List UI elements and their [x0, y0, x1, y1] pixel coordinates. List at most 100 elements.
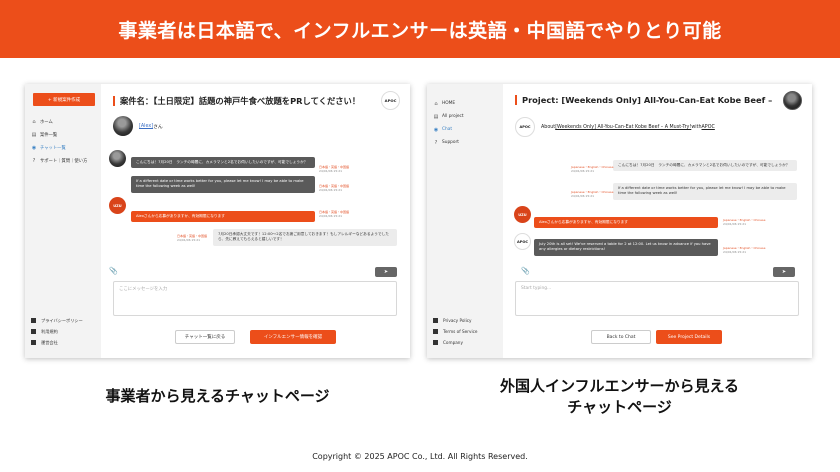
sidebar-item-home[interactable]: ⌂ ホーム [31, 115, 87, 128]
partner-name-link[interactable]: [Alex] [139, 124, 153, 129]
sidebar-item-label: All project [442, 114, 464, 119]
page-title: 案件名：【土日限定】話題の神戸牛食べ放題をPRしてください！ [113, 95, 371, 107]
list-icon: ▤ [433, 113, 439, 120]
sidebar-nav: ⌂ HOME ▤ All project ◉ Chat ? Support [433, 97, 464, 149]
page-title-text: Project: [Weekends Only] All-You-Can-Eat… [522, 95, 773, 105]
privacy-label: プライバシーポリシー [41, 317, 83, 323]
sidebar-item-chat[interactable]: ◉ Chat [433, 123, 464, 136]
see-project-details-button[interactable]: See Project Details [656, 330, 722, 344]
message-timestamp: 24/01/06 15:21 [319, 168, 343, 173]
send-icon[interactable]: ➤ [773, 267, 795, 277]
message-bubble: Alexさんから応募がありますか、有効期限になります [131, 211, 315, 223]
privacy-link[interactable]: Privacy Policy [433, 315, 478, 326]
message-bubble: こんにちは！7月20日 ランチの時間に、カメラマンと2名でお伺いしたいのですが、… [613, 160, 797, 172]
sidebar-item-support[interactable]: ? サポート｜質問｜使い方 [31, 154, 88, 167]
back-to-chat-button[interactable]: Back to Chat [591, 330, 651, 344]
caption-influencer-line1: 外国人インフルエンサーから見える [499, 377, 740, 395]
message-timestamp: 24/01/06 15:21 [319, 213, 343, 218]
message-meta: Japanese・English・Chinese 24/01/06 15:21 [571, 165, 613, 174]
terms-link[interactable]: 利用規約 [31, 326, 83, 337]
terms-label: Terms of Service [443, 329, 478, 334]
message-bubble: こんにちは！7月20日 ランチの時間に、カメラマンと2名でお伺いしたいのですが、… [131, 157, 315, 169]
company-link[interactable]: 運営会社 [31, 337, 83, 348]
send-icon[interactable]: ➤ [375, 267, 397, 277]
copyright: Copyright © 2025 APOC Co., Ltd. All Righ… [312, 452, 528, 461]
business-chat-screenshot: + 新規案件作成 ⌂ ホーム ▤ 案件一覧 ◉ チャット一覧 ? サポート｜質問｜使い方… [25, 84, 410, 358]
company-label: 運営会社 [41, 339, 58, 345]
sidebar-item-projects[interactable]: ▤ 案件一覧 [31, 128, 87, 141]
message-bubble: If a different date or time works better… [131, 176, 315, 193]
about-prefix: About [541, 124, 556, 130]
caption-influencer: 外国人インフルエンサーから見える チャットページ [427, 376, 812, 418]
sidebar-item-label: Chat [442, 127, 453, 132]
message-avatar: APOC [514, 233, 531, 250]
partner-avatar: APOC [515, 117, 535, 137]
privacy-link[interactable]: プライバシーポリシー [31, 315, 83, 326]
footer-links: プライバシーポリシー 利用規約 運営会社 [31, 315, 83, 348]
sidebar-item-label: ホーム [40, 119, 53, 125]
about-company-link[interactable]: APOC [702, 125, 715, 130]
message-avatar: UZU [109, 197, 126, 214]
paperclip-icon[interactable]: 📎 [109, 267, 118, 275]
sidebar-item-label: HOME [442, 101, 456, 106]
about-project-link[interactable]: [Weekends Only] All-You-Can-Eat Kobe Bee… [555, 125, 691, 130]
influencer-info-button[interactable]: インフルエンサー情報を確認 [250, 330, 336, 344]
message-timestamp: 24/01/06 15:21 [571, 168, 595, 173]
message-meta: Japanese・English・Chinese 24/01/06 15:21 [723, 246, 765, 255]
home-icon: ⌂ [32, 118, 36, 125]
chat-partner: APOC About [Weekends Only] All-You-Can-E… [515, 117, 715, 137]
message-timestamp: 24/01/06 15:21 [723, 221, 747, 226]
sidebar-item-home[interactable]: ⌂ HOME [433, 97, 464, 110]
message-meta: 日本語・英語・中国語 24/01/06 15:21 [319, 165, 349, 174]
sidebar-item-label: 案件一覧 [40, 132, 58, 138]
message-avatar: UZU [514, 206, 531, 223]
help-icon: ? [32, 157, 36, 164]
avatar[interactable]: APOC [381, 91, 400, 110]
sidebar-item-projects[interactable]: ▤ All project [433, 110, 464, 123]
sidebar-item-label: チャット一覧 [40, 145, 66, 151]
caption-business: 事業者から見えるチャットページ [105, 387, 330, 405]
title-accent-bar [515, 95, 517, 105]
terms-link[interactable]: Terms of Service [433, 326, 478, 337]
about-suffix: with [691, 124, 702, 130]
message-meta: 日本語・英語・中国語 24/01/06 15:21 [319, 184, 349, 193]
message-timestamp: 24/01/06 15:21 [571, 193, 595, 198]
partner-avatar [113, 116, 133, 136]
back-to-chat-list-button[interactable]: チャット一覧に戻る [175, 330, 235, 344]
chat-main: Project: [Weekends Only] All-You-Can-Eat… [503, 84, 812, 358]
sidebar-item-support[interactable]: ? Support [433, 136, 464, 149]
message-avatar [109, 150, 126, 167]
chat-partner: [Alex] さん [113, 116, 163, 136]
message-meta: 日本語・英語・中国語 24/01/06 15:21 [177, 234, 207, 243]
message-input[interactable]: Start typing... [515, 281, 799, 316]
message-bubble: July 20th is all set! We've reserved a t… [534, 239, 718, 256]
message-timestamp: 24/01/06 15:21 [723, 249, 747, 254]
help-icon: ? [434, 139, 438, 146]
bullet-icon [31, 340, 36, 345]
avatar[interactable] [783, 91, 802, 110]
page-title: Project: [Weekends Only] All-You-Can-Eat… [515, 95, 773, 105]
bullet-icon [31, 329, 36, 334]
terms-label: 利用規約 [41, 328, 58, 334]
message-meta: Japanese・English・Chinese 24/01/06 15:21 [571, 190, 613, 199]
message-timestamp: 24/01/06 15:21 [177, 237, 201, 242]
sidebar: ⌂ HOME ▤ All project ◉ Chat ? Support Privac… [427, 84, 503, 358]
chat-icon: ◉ [433, 126, 439, 133]
paperclip-icon[interactable]: 📎 [521, 267, 530, 275]
title-accent-bar [113, 96, 115, 106]
caption-influencer-line2: チャットページ [567, 398, 672, 416]
list-icon: ▤ [31, 131, 37, 138]
message-bubble: 7月20日承認大丈夫です！12:00～2名でお席ご用意しておきます！もしアレルギ… [213, 229, 397, 246]
company-link[interactable]: Company [433, 337, 478, 348]
top-banner: 事業者は日本語で、インフルエンサーは英語・中国語でやりとり可能 [0, 0, 840, 58]
page-title-text: 案件名：【土日限定】話題の神戸牛食べ放題をPRしてください！ [120, 96, 361, 106]
bullet-icon [433, 340, 438, 345]
sidebar-item-chat[interactable]: ◉ チャット一覧 [31, 141, 87, 154]
sidebar: + 新規案件作成 ⌂ ホーム ▤ 案件一覧 ◉ チャット一覧 ? サポート｜質問｜使い方… [25, 84, 101, 358]
banner-title: 事業者は日本語で、インフルエンサーは英語・中国語でやりとり可能 [118, 19, 722, 42]
sidebar-item-label: サポート｜質問｜使い方 [40, 158, 88, 164]
new-project-button[interactable]: + 新規案件作成 [33, 93, 95, 106]
bullet-icon [31, 318, 36, 323]
message-input[interactable]: ここにメッセージを入力 [113, 281, 397, 316]
bullet-icon [433, 318, 438, 323]
